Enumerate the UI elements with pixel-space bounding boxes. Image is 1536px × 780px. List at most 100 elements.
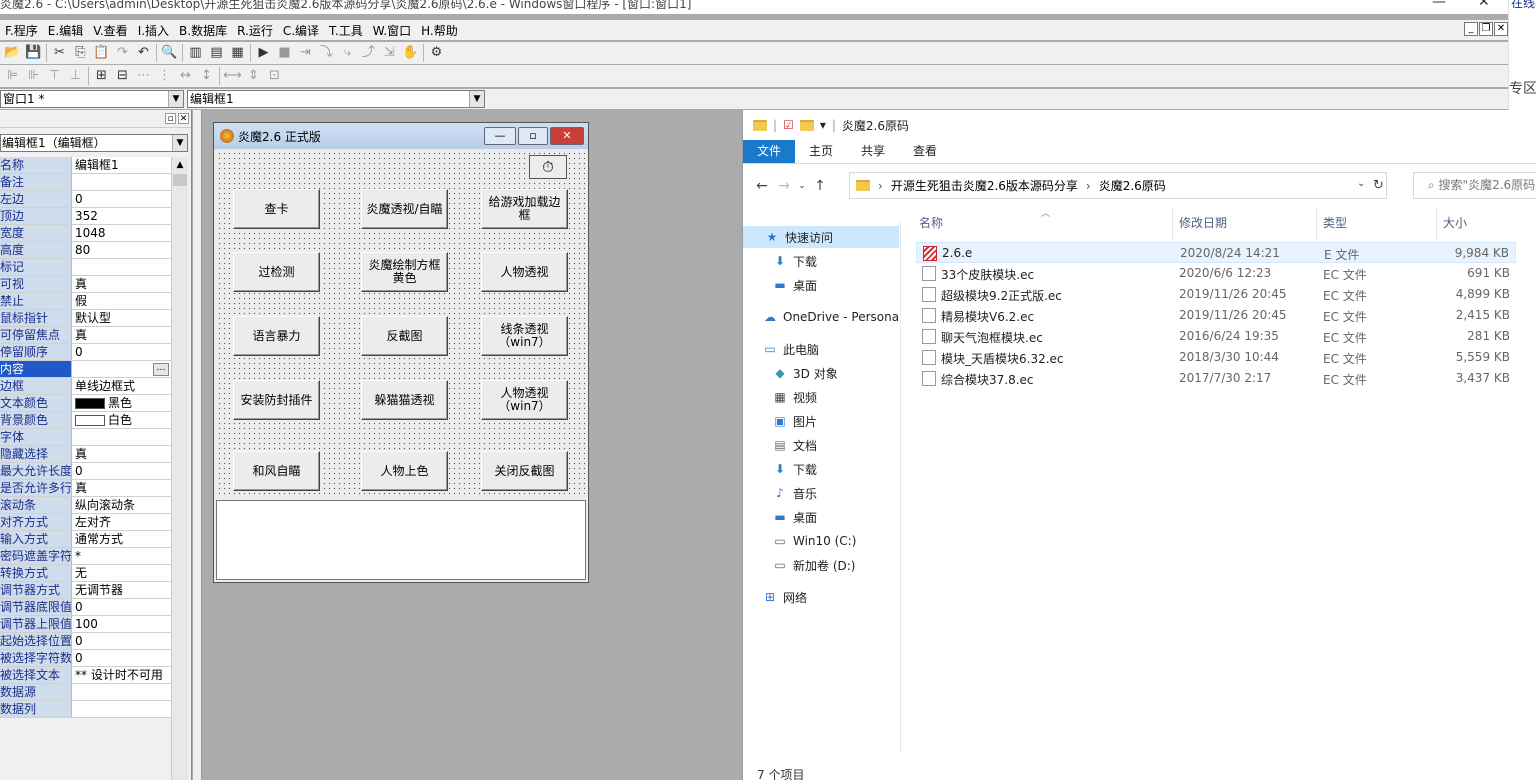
property-value[interactable]: 假 <box>72 293 171 309</box>
control-select[interactable]: 编辑框1 ▼ <box>187 90 485 108</box>
properties-icon[interactable]: ☑ <box>783 118 794 132</box>
nav-item[interactable]: ☁ OneDrive - Persona <box>763 306 899 328</box>
form-button[interactable]: 线条透视（win7） <box>481 316 568 356</box>
property-value[interactable]: 无调节器 <box>72 582 171 598</box>
undo-icon[interactable]: ↶ <box>133 43 154 63</box>
property-value[interactable]: 真 <box>72 276 171 292</box>
forward-icon[interactable]: → <box>773 178 795 194</box>
nav-item[interactable]: ♪ 音乐 <box>773 482 817 504</box>
form-button[interactable]: 和风自瞄 <box>233 451 320 491</box>
property-row[interactable]: 禁止假 <box>0 293 171 310</box>
align-bottom-icon[interactable]: ⊥ <box>65 66 86 86</box>
component-icon[interactable]: ⚙ <box>426 43 447 63</box>
property-row[interactable]: 可停留焦点真 <box>0 327 171 344</box>
nav-item[interactable]: ▭ Win10 (C:) <box>773 530 856 552</box>
layout-3-icon[interactable]: ▦ <box>227 43 248 63</box>
column-header[interactable]: 类型 <box>1317 208 1437 240</box>
property-row[interactable]: 转换方式无 <box>0 565 171 582</box>
step-icon[interactable]: ⇥ <box>295 43 316 63</box>
ribbon-tab[interactable]: 文件 <box>743 140 796 163</box>
file-row[interactable]: 2.6.e 2020/8/24 14:21 E 文件 9,984 KB <box>916 242 1516 263</box>
property-row[interactable]: 被选择文本 ** 设计时不可用 <box>0 667 171 684</box>
property-row[interactable]: 数据列 <box>0 701 171 718</box>
menu-item[interactable]: V.查看 <box>88 22 132 39</box>
property-row[interactable]: 调节器方式 无调节器 <box>0 582 171 599</box>
form-minimize-icon[interactable]: — <box>484 127 516 145</box>
ribbon-tab[interactable]: 主页 <box>795 140 847 163</box>
property-row[interactable]: 背景颜色 白色 <box>0 412 171 429</box>
form-close-icon[interactable]: ✕ <box>550 127 584 145</box>
property-row[interactable]: 输入方式 通常方式 <box>0 531 171 548</box>
mdi-minimize-icon[interactable]: _ <box>1464 22 1478 36</box>
object-select[interactable]: 编辑框1（编辑框） ▼ <box>0 134 188 152</box>
property-row[interactable]: 最大允许长度 0 <box>0 463 171 480</box>
property-value[interactable]: 352 <box>72 208 171 224</box>
property-value[interactable]: 真 <box>72 327 171 343</box>
form-maximize-icon[interactable]: ▫ <box>518 127 548 145</box>
center-h-icon[interactable]: ⊞ <box>91 66 112 86</box>
nav-item[interactable]: ★ 快速访问 <box>743 226 899 248</box>
property-value[interactable]: 0 <box>72 191 171 207</box>
form-button[interactable]: 关闭反截图 <box>481 451 568 491</box>
property-row[interactable]: 边框 单线边框式 <box>0 378 171 395</box>
menu-item[interactable]: T.工具 <box>324 22 368 39</box>
menu-item[interactable]: B.数据库 <box>174 22 232 39</box>
mdi-restore-icon[interactable]: ❐ <box>1479 22 1493 36</box>
menu-item[interactable]: E.编辑 <box>43 22 88 39</box>
chevron-down-icon[interactable]: ▼ <box>469 91 484 107</box>
property-value[interactable]: 编辑框1 <box>72 157 171 173</box>
chevron-down-icon[interactable]: ▼ <box>172 135 187 151</box>
property-value[interactable]: 通常方式 <box>72 531 171 547</box>
property-row[interactable]: 被选择字符数 0 <box>0 650 171 667</box>
menu-item[interactable]: R.运行 <box>232 22 278 39</box>
property-row[interactable]: 标记 <box>0 259 171 276</box>
form-button[interactable]: 躲猫猫透视 <box>361 380 448 420</box>
property-row[interactable]: 宽度 1048 <box>0 225 171 242</box>
column-header[interactable]: 修改日期 <box>1173 208 1317 240</box>
column-header[interactable]: 名称 <box>913 208 1173 240</box>
property-value[interactable]: 默认型 <box>72 310 171 326</box>
property-value[interactable]: 0 <box>72 344 171 360</box>
property-value[interactable]: 单线边框式 <box>72 378 171 394</box>
same-width-icon[interactable]: ↔ <box>175 66 196 86</box>
property-value[interactable]: 白色 <box>72 412 171 428</box>
recent-chevron-icon[interactable]: ⌄ <box>795 181 809 191</box>
property-row[interactable]: 滚动条 纵向滚动条 <box>0 497 171 514</box>
file-row[interactable]: 33个皮肤模块.ec 2020/6/6 12:23 EC 文件 691 KB <box>916 263 1516 284</box>
file-row[interactable]: 模块_天盾模块6.32.ec 2018/3/30 10:44 EC 文件 5,559 … <box>916 347 1516 368</box>
space-v-icon[interactable]: ⋮ <box>154 66 175 86</box>
design-splitter[interactable] <box>193 110 202 780</box>
address-dropdown-icon[interactable]: ⌄ <box>1357 178 1365 189</box>
file-row[interactable]: 综合模块37.8.ec 2017/7/30 2:17 EC 文件 3,437 KB <box>916 368 1516 389</box>
form-button[interactable]: 过检测 <box>233 252 320 292</box>
memo-editbox[interactable] <box>216 500 586 580</box>
save-icon[interactable]: 💾 <box>23 43 44 63</box>
step-out-icon[interactable]: ⤴ <box>358 43 379 63</box>
scroll-up-icon[interactable]: ▲ <box>172 157 188 174</box>
nav-item[interactable]: ◆ 3D 对象 <box>773 362 837 384</box>
property-value[interactable]: ** 设计时不可用 <box>72 667 171 683</box>
property-value[interactable]: 纵向滚动条 <box>72 497 171 513</box>
step-into-icon[interactable]: ⤵ <box>316 43 337 63</box>
run-to-icon[interactable]: ⇲ <box>379 43 400 63</box>
align-left-icon[interactable]: ⊫ <box>2 66 23 86</box>
up-icon[interactable]: ↑ <box>809 178 831 194</box>
property-row[interactable]: 起始选择位置 0 <box>0 633 171 650</box>
nav-item[interactable]: ⊞ 网络 <box>763 586 807 608</box>
property-row[interactable]: 数据源 <box>0 684 171 701</box>
width-icon[interactable]: ⟷ <box>222 66 243 86</box>
property-scrollbar[interactable]: ▲ <box>171 157 188 780</box>
property-value[interactable] <box>72 429 171 445</box>
paste-icon[interactable]: 📋 <box>91 43 112 63</box>
ribbon-tab[interactable]: 共享 <box>847 140 899 163</box>
property-value[interactable] <box>72 701 171 717</box>
property-value[interactable]: 100 <box>72 616 171 632</box>
property-row[interactable]: 是否允许多行真 <box>0 480 171 497</box>
property-value[interactable]: 0 <box>72 599 171 615</box>
nav-item[interactable]: ▤ 文档 <box>773 434 817 456</box>
address-bar[interactable]: › 开源生死狙击炎魔2.6版本源码分享 › 炎魔2.6原码 <box>849 172 1387 199</box>
menu-item[interactable]: W.窗口 <box>368 22 416 39</box>
file-row[interactable]: 聊天气泡框模块.ec 2016/6/24 19:35 EC 文件 281 KB <box>916 326 1516 347</box>
file-row[interactable]: 精易模块V6.2.ec 2019/11/26 20:45 EC 文件 2,415 KB <box>916 305 1516 326</box>
property-value[interactable]: 无 <box>72 565 171 581</box>
